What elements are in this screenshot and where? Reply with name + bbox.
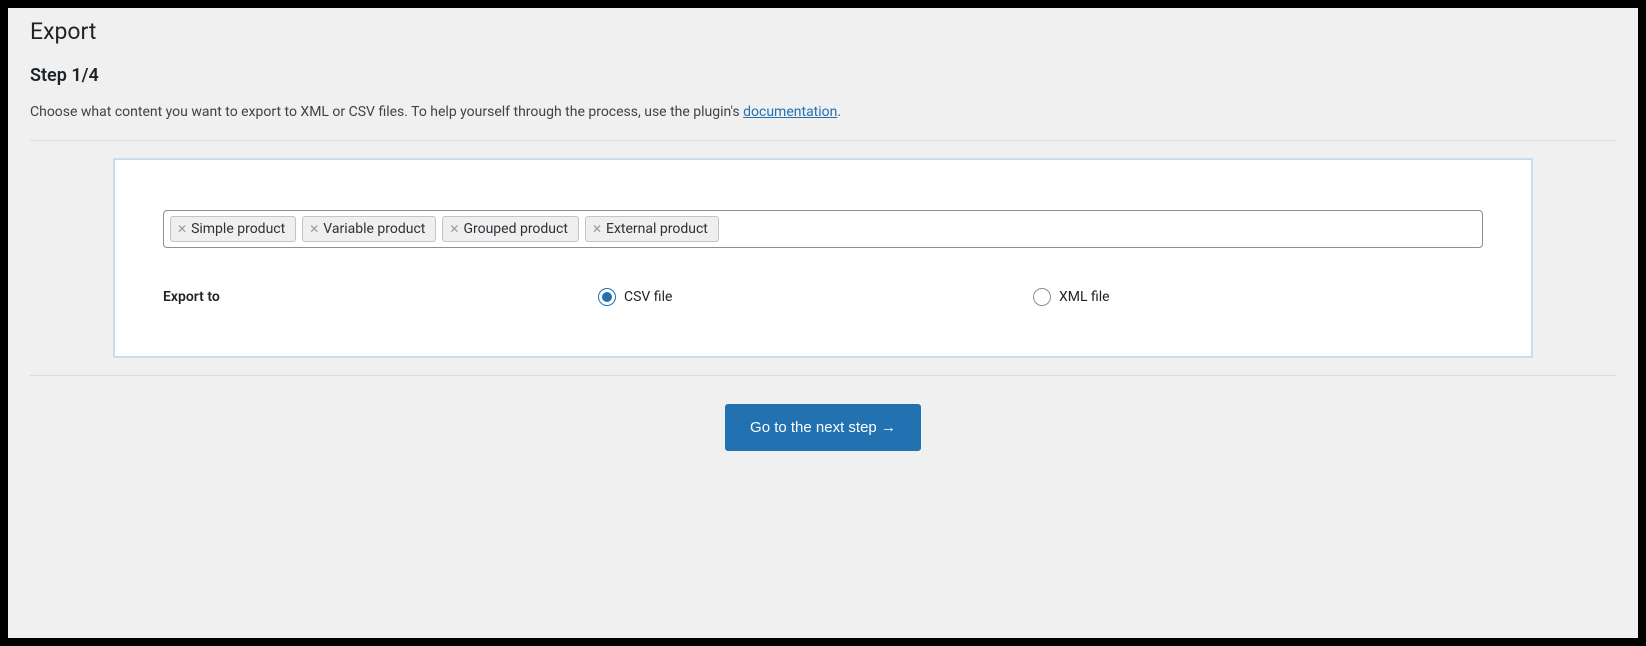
next-step-button[interactable]: Go to the next step → [725, 404, 921, 451]
page-title: Export [30, 18, 1616, 45]
remove-tag-icon[interactable]: ✕ [309, 223, 319, 235]
export-to-radio-group: CSV file XML file [598, 288, 1483, 306]
tag-external-product[interactable]: ✕ External product [585, 216, 719, 242]
step-heading: Step 1/4 [30, 65, 1616, 86]
radio-csv[interactable] [598, 288, 616, 306]
divider [30, 375, 1616, 376]
tag-label: Simple product [191, 221, 285, 237]
documentation-link[interactable]: documentation [743, 104, 837, 120]
tag-label: External product [606, 221, 708, 237]
radio-option-csv[interactable]: CSV file [598, 288, 1033, 306]
tag-simple-product[interactable]: ✕ Simple product [170, 216, 296, 242]
tag-label: Grouped product [463, 221, 567, 237]
description-text-suffix: . [837, 104, 841, 120]
export-to-label: Export to [163, 289, 598, 305]
remove-tag-icon[interactable]: ✕ [449, 223, 459, 235]
radio-csv-label: CSV file [624, 289, 672, 305]
tag-grouped-product[interactable]: ✕ Grouped product [442, 216, 579, 242]
export-to-row: Export to CSV file XML file [163, 288, 1483, 306]
radio-option-xml[interactable]: XML file [1033, 288, 1110, 306]
divider [30, 140, 1616, 141]
button-row: Go to the next step → [30, 404, 1616, 451]
step-description: Choose what content you want to export t… [30, 104, 1616, 120]
radio-xml-label: XML file [1059, 289, 1110, 305]
export-settings-card: ✕ Simple product ✕ Variable product ✕ Gr… [114, 159, 1532, 357]
tag-label: Variable product [323, 221, 425, 237]
export-page: Export Step 1/4 Choose what content you … [8, 8, 1638, 638]
description-text-prefix: Choose what content you want to export t… [30, 104, 743, 120]
product-type-select[interactable]: ✕ Simple product ✕ Variable product ✕ Gr… [163, 210, 1483, 248]
tag-variable-product[interactable]: ✕ Variable product [302, 216, 436, 242]
remove-tag-icon[interactable]: ✕ [177, 223, 187, 235]
radio-xml[interactable] [1033, 288, 1051, 306]
remove-tag-icon[interactable]: ✕ [592, 223, 602, 235]
